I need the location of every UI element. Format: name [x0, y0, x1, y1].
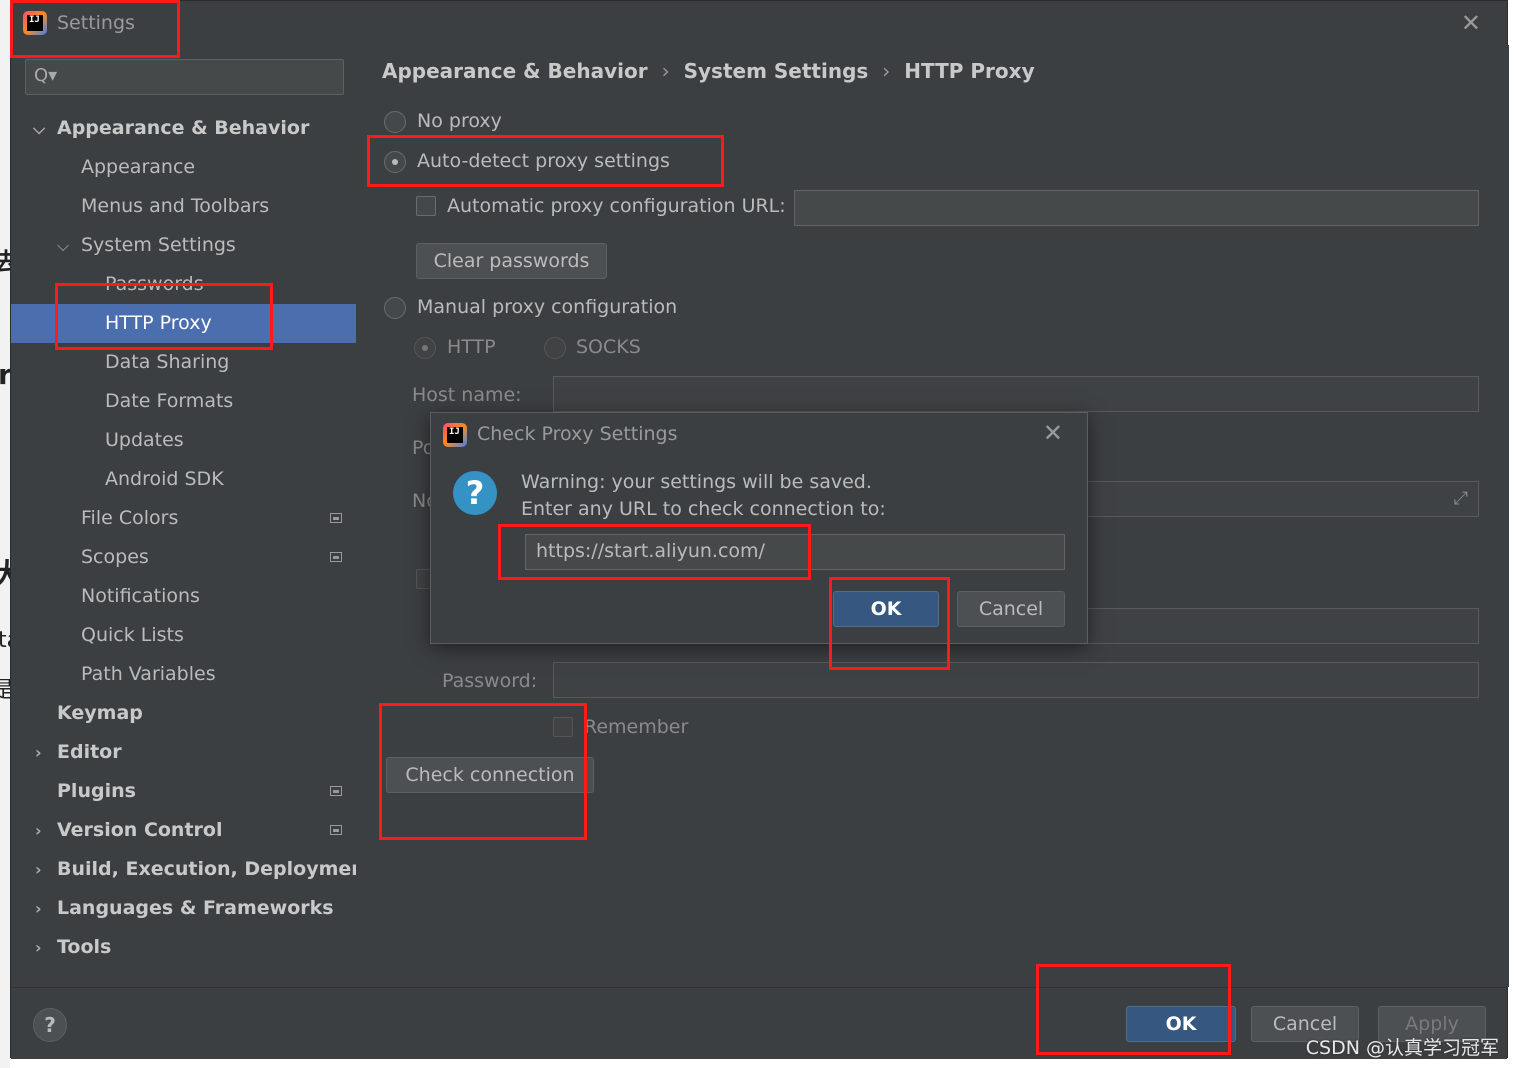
sidebar-item-label: Menus and Toolbars [81, 195, 270, 217]
remember-label[interactable]: Remember [584, 716, 688, 738]
breadcrumb: Appearance & Behavior › System Settings › HT… [382, 59, 1035, 83]
sidebar-item-label: Path Variables [81, 663, 216, 685]
breadcrumb-separator: › [882, 59, 891, 83]
sidebar-item-label: Languages & Frameworks [57, 897, 334, 919]
sidebar-item-label: Quick Lists [81, 624, 184, 646]
manual-proxy-label[interactable]: Manual proxy configuration [417, 296, 677, 318]
chevron-right-icon[interactable]: › [35, 928, 42, 967]
breadcrumb-item: HTTP Proxy [904, 59, 1035, 83]
sidebar-item-date-formats[interactable]: Date Formats [11, 382, 356, 421]
close-icon[interactable]: ✕ [1461, 9, 1481, 37]
password-field[interactable] [553, 662, 1479, 698]
sidebar-item-label: Scopes [81, 546, 149, 568]
sidebar-item-path-variables[interactable]: Path Variables [11, 655, 356, 694]
dialog-cancel-button[interactable]: Cancel [957, 591, 1065, 627]
sidebar-item-quick-lists[interactable]: Quick Lists [11, 616, 356, 655]
sidebar-item-label: Appearance [81, 156, 196, 178]
settings-sidebar: Q▾ ⌵ Appearance & Behavior Appearance Me… [11, 45, 374, 987]
sidebar-item-label: Updates [105, 429, 184, 451]
annotation-box-title [10, 0, 180, 58]
chevron-down-icon[interactable]: ⌵ [33, 109, 45, 148]
sidebar-item-label: Build, Execution, Deployment [57, 858, 374, 880]
chevron-right-icon[interactable]: › [35, 811, 42, 850]
annotation-box-check-connection [379, 703, 587, 840]
title-bar[interactable]: IJ Settings ✕ [11, 1, 1507, 45]
annotation-box-auto-detect [367, 135, 724, 187]
breadcrumb-item[interactable]: Appearance & Behavior [382, 59, 648, 83]
no-proxy-label[interactable]: No proxy [417, 110, 502, 132]
sidebar-item-version-control[interactable]: › Version Control [11, 811, 356, 850]
sidebar-item-label: Version Control [57, 819, 223, 841]
sidebar-item-updates[interactable]: Updates [11, 421, 356, 460]
socks-radio[interactable] [544, 337, 566, 359]
sidebar-item-tools[interactable]: › Tools [11, 928, 356, 967]
sidebar-item-languages-frameworks[interactable]: › Languages & Frameworks [11, 889, 356, 928]
http-label[interactable]: HTTP [447, 336, 496, 358]
expand-icon[interactable]: ⤢ [1454, 488, 1468, 509]
sidebar-item-label: System Settings [81, 234, 236, 256]
sidebar-item-label: Android SDK [105, 468, 224, 490]
sidebar-item-android-sdk[interactable]: Android SDK [11, 460, 356, 499]
sidebar-item-label: Tools [57, 936, 112, 958]
sidebar-item-appearance[interactable]: Appearance [11, 148, 356, 187]
chevron-right-icon[interactable]: › [35, 850, 42, 889]
sidebar-item-label: Notifications [81, 585, 200, 607]
host-name-label: Host name: [412, 384, 522, 406]
chevron-right-icon[interactable]: › [35, 733, 42, 772]
chevron-down-icon[interactable]: ⌵ [57, 226, 69, 265]
sidebar-item-label: Editor [57, 741, 122, 763]
breadcrumb-separator: › [661, 59, 670, 83]
no-proxy-radio[interactable] [384, 111, 406, 133]
sidebar-item-label: File Colors [81, 507, 179, 529]
sidebar-item-scopes[interactable]: Scopes [11, 538, 356, 577]
search-input[interactable]: Q▾ [25, 59, 344, 95]
chevron-right-icon[interactable]: › [35, 889, 42, 928]
intellij-logo-icon: IJ [443, 423, 467, 447]
socks-label[interactable]: SOCKS [576, 336, 641, 358]
host-name-field[interactable] [553, 376, 1479, 412]
background-page-strip [0, 0, 10, 1068]
project-level-icon [330, 825, 342, 835]
annotation-box-http-proxy [55, 283, 273, 350]
sidebar-item-menus-toolbars[interactable]: Menus and Toolbars [11, 187, 356, 226]
search-icon: Q▾ [34, 65, 58, 86]
sidebar-item-appearance-behavior[interactable]: ⌵ Appearance & Behavior [11, 109, 356, 148]
sidebar-item-system-settings[interactable]: ⌵ System Settings [11, 226, 356, 265]
sidebar-item-label: Plugins [57, 780, 136, 802]
project-level-icon [330, 513, 342, 523]
close-icon[interactable]: ✕ [1043, 419, 1063, 447]
annotation-box-dialog-ok [829, 577, 950, 670]
dialog-instruction-text: Enter any URL to check connection to: [521, 498, 886, 520]
clear-passwords-button[interactable]: Clear passwords [416, 243, 607, 279]
sidebar-item-label: Date Formats [105, 390, 234, 412]
sidebar-item-keymap[interactable]: Keymap [11, 694, 356, 733]
dialog-title: Check Proxy Settings [477, 423, 678, 445]
manual-proxy-radio[interactable] [384, 297, 406, 319]
project-level-icon [330, 552, 342, 562]
auto-config-url-field[interactable] [794, 190, 1479, 226]
http-radio[interactable] [414, 337, 436, 359]
project-level-icon [330, 786, 342, 796]
sidebar-item-label: Keymap [57, 702, 143, 724]
dialog-footer: ? OK Cancel Apply [11, 987, 1507, 1059]
help-icon[interactable]: ? [33, 1008, 67, 1042]
sidebar-item-label: Appearance & Behavior [57, 117, 310, 139]
dialog-warning-text: Warning: your settings will be saved. [521, 471, 872, 493]
auto-config-url-label[interactable]: Automatic proxy configuration URL: [447, 195, 786, 217]
annotation-box-footer-ok [1036, 964, 1231, 1055]
question-icon: ? [453, 471, 497, 515]
sidebar-item-build-execution-deployment[interactable]: › Build, Execution, Deployment [11, 850, 374, 889]
sidebar-item-notifications[interactable]: Notifications [11, 577, 356, 616]
sidebar-item-editor[interactable]: › Editor [11, 733, 356, 772]
breadcrumb-item[interactable]: System Settings [684, 59, 869, 83]
annotation-box-url [498, 524, 811, 580]
sidebar-item-file-colors[interactable]: File Colors [11, 499, 356, 538]
watermark: CSDN @认真学习冠军 [1305, 1037, 1499, 1059]
sidebar-item-plugins[interactable]: Plugins [11, 772, 356, 811]
password-label: Password: [442, 670, 538, 692]
auto-config-url-checkbox[interactable] [416, 196, 436, 216]
